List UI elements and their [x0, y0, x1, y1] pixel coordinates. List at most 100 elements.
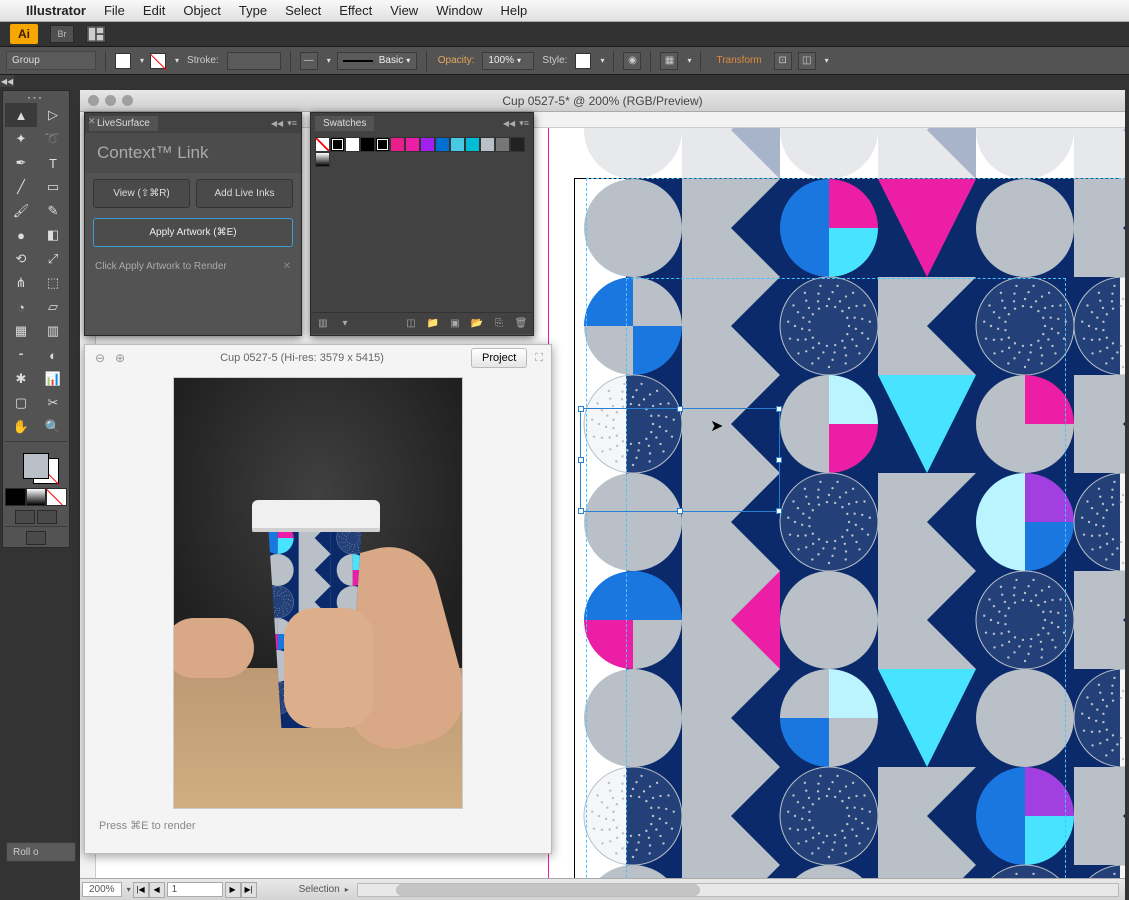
zoom-tool-icon[interactable]: 🔍 — [37, 415, 69, 439]
menu-help[interactable]: Help — [500, 3, 527, 18]
fill-stroke-control[interactable] — [5, 444, 67, 488]
chevron-down-icon[interactable]: ▾ — [175, 56, 179, 65]
line-tool-icon[interactable]: ╱ — [5, 175, 37, 199]
brush-definition-dropdown[interactable]: Basic▾ — [337, 52, 417, 70]
graphic-style-swatch[interactable] — [575, 53, 591, 69]
panel-close-icon[interactable]: ✕ — [88, 116, 96, 127]
gradient-tool-icon[interactable]: ▥ — [37, 319, 69, 343]
swatch[interactable] — [435, 137, 450, 152]
document-titlebar[interactable]: Cup 0527-5* @ 200% (RGB/Preview) — [80, 90, 1125, 112]
screen-mode-icon[interactable] — [26, 531, 46, 545]
chevron-down-icon[interactable]: ▾ — [127, 885, 131, 894]
collapse-icon[interactable]: ◀◀ — [503, 119, 515, 128]
menu-edit[interactable]: Edit — [143, 3, 165, 18]
menu-type[interactable]: Type — [239, 3, 267, 18]
pen-tool-icon[interactable]: ✒ — [5, 151, 37, 175]
swatch-libraries-icon[interactable]: ▥ — [315, 317, 331, 331]
chevron-down-icon[interactable]: ▾ — [327, 56, 331, 65]
eraser-tool-icon[interactable]: ◧ — [37, 223, 69, 247]
artboard-number-input[interactable]: 1 — [167, 882, 223, 897]
fill-swatch[interactable] — [115, 53, 131, 69]
panel-close-icon[interactable]: ⊖ — [93, 351, 107, 365]
panel-menu-icon[interactable]: ▾≡ — [519, 118, 529, 129]
hand-tool-icon[interactable]: ✋ — [5, 415, 37, 439]
isolate-icon[interactable]: ⊡ — [774, 52, 792, 70]
panel-grip-icon[interactable]: ▪▪▪ — [5, 93, 67, 103]
chevron-down-icon[interactable]: ▾ — [140, 56, 144, 65]
panel-add-icon[interactable]: ⊕ — [113, 351, 127, 365]
graph-tool-icon[interactable]: 📊 — [37, 367, 69, 391]
swatch[interactable] — [375, 137, 390, 152]
chevron-down-icon[interactable]: ▾ — [687, 56, 691, 65]
chevron-down-icon[interactable]: ▾ — [600, 56, 604, 65]
menu-app[interactable]: Illustrator — [26, 3, 86, 18]
paintbrush-tool-icon[interactable]: 🖌 — [5, 199, 37, 223]
chevron-right-icon[interactable]: ▸ — [345, 885, 349, 894]
prev-artboard-button[interactable]: ◀ — [149, 882, 165, 898]
swatch[interactable] — [480, 137, 495, 152]
lasso-tool-icon[interactable]: ➰ — [37, 127, 69, 151]
menu-window[interactable]: Window — [436, 3, 482, 18]
rectangle-tool-icon[interactable]: ▭ — [37, 175, 69, 199]
eyedropper-tool-icon[interactable]: ⁃ — [5, 343, 37, 367]
variable-width-icon[interactable]: — — [300, 52, 318, 70]
slice-tool-icon[interactable]: ✂ — [37, 391, 69, 415]
draw-normal-icon[interactable] — [15, 510, 35, 524]
next-artboard-button[interactable]: ▶ — [225, 882, 241, 898]
swatch[interactable] — [360, 137, 375, 152]
selection-tool-icon[interactable]: ▲ — [5, 103, 37, 127]
blob-brush-tool-icon[interactable]: ● — [5, 223, 37, 247]
fill-color-icon[interactable] — [23, 453, 49, 479]
stroke-weight-input[interactable] — [227, 52, 281, 70]
roll-tab[interactable]: Roll o — [6, 842, 76, 862]
none-mode-icon[interactable] — [46, 488, 67, 506]
align-icon[interactable]: ▦ — [660, 52, 678, 70]
menu-select[interactable]: Select — [285, 3, 321, 18]
swatch[interactable] — [420, 137, 435, 152]
magic-wand-tool-icon[interactable]: ✦ — [5, 127, 37, 151]
swatch[interactable] — [390, 137, 405, 152]
panel-menu-icon[interactable]: ▾≡ — [287, 118, 297, 129]
opacity-input[interactable]: 100%▾ — [482, 52, 534, 70]
zoom-level-input[interactable]: 200% — [82, 882, 122, 897]
last-artboard-button[interactable]: ▶| — [241, 882, 257, 898]
scale-tool-icon[interactable]: ⤢ — [37, 247, 69, 271]
menu-view[interactable]: View — [390, 3, 418, 18]
symbol-sprayer-tool-icon[interactable]: ✱ — [5, 367, 37, 391]
dismiss-hint-icon[interactable]: ✕ — [283, 261, 291, 272]
swatch[interactable] — [405, 137, 420, 152]
swatch[interactable] — [315, 152, 330, 167]
blend-tool-icon[interactable]: ◐ — [37, 343, 69, 367]
draw-behind-icon[interactable] — [37, 510, 57, 524]
swatch[interactable] — [315, 137, 330, 152]
panel-tab-swatches[interactable]: Swatches — [315, 116, 374, 131]
new-color-group-icon[interactable]: 📁 — [425, 317, 441, 331]
recolor-artwork-icon[interactable]: ◉ — [623, 52, 641, 70]
swatch[interactable] — [510, 137, 525, 152]
new-swatch-icon[interactable]: ▣ — [447, 317, 463, 331]
swatch[interactable] — [450, 137, 465, 152]
swatch[interactable] — [465, 137, 480, 152]
expand-icon[interactable]: ⛶ — [535, 352, 543, 365]
bridge-icon[interactable]: Br — [50, 25, 74, 43]
collapse-icon[interactable]: ◀◀ — [271, 119, 283, 128]
type-tool-icon[interactable]: T — [37, 151, 69, 175]
mesh-tool-icon[interactable]: ▦ — [5, 319, 37, 343]
first-artboard-button[interactable]: |◀ — [133, 882, 149, 898]
pencil-tool-icon[interactable]: ✎ — [37, 199, 69, 223]
swatch-options-icon[interactable]: ◫ — [403, 317, 419, 331]
view-button[interactable]: View (⇧⌘R) — [93, 179, 190, 208]
swatch[interactable] — [495, 137, 510, 152]
shape-builder-tool-icon[interactable]: ◔ — [5, 295, 37, 319]
collapse-left-icon[interactable]: ◀◀ — [0, 75, 14, 87]
width-tool-icon[interactable]: ⋔ — [5, 271, 37, 295]
show-swatch-kinds-icon[interactable]: ▾ — [337, 317, 353, 331]
apply-artwork-button[interactable]: Apply Artwork (⌘E) — [93, 218, 293, 247]
swatch[interactable] — [345, 137, 360, 152]
folder-icon[interactable]: 📂 — [469, 317, 485, 331]
rotate-tool-icon[interactable]: ⟲ — [5, 247, 37, 271]
chevron-down-icon[interactable]: ▾ — [825, 56, 829, 65]
direct-selection-tool-icon[interactable]: ▷ — [37, 103, 69, 127]
swatch[interactable] — [330, 137, 345, 152]
perspective-tool-icon[interactable]: ▱ — [37, 295, 69, 319]
